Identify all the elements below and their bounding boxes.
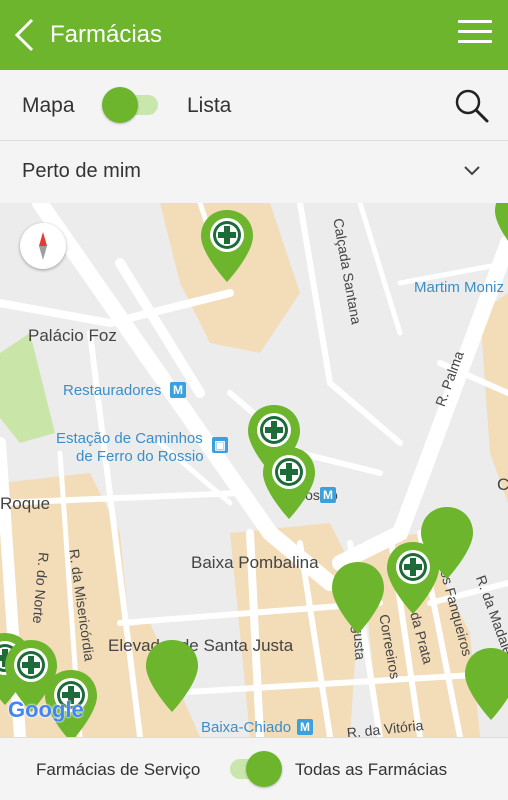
chevron-down-icon bbox=[464, 166, 480, 176]
pharmacy-pin[interactable] bbox=[260, 445, 318, 521]
service-pharmacies-toggle[interactable] bbox=[224, 749, 282, 789]
hamburger-menu-icon[interactable] bbox=[458, 20, 492, 48]
pharmacy-pin-plain[interactable] bbox=[418, 505, 476, 581]
train-icon: ▣ bbox=[212, 437, 228, 453]
chevron-left-icon[interactable] bbox=[12, 17, 36, 53]
app-header: Farmácias bbox=[0, 0, 508, 70]
compass-button[interactable] bbox=[20, 223, 66, 269]
metro-icon: M bbox=[170, 382, 186, 398]
service-filter-bar: Farmácias de Serviço Todas as Farmácias bbox=[0, 737, 508, 800]
map-label-restauradores: Restauradores bbox=[63, 382, 162, 399]
map-list-toggle[interactable] bbox=[100, 85, 158, 125]
view-mode-bar: Mapa Lista bbox=[0, 70, 508, 141]
map-label-roque: Roque bbox=[0, 494, 51, 513]
metro-icon: M bbox=[320, 487, 336, 503]
map-label-palacio-foz: Palácio Foz bbox=[28, 326, 117, 345]
compass-icon bbox=[39, 232, 47, 260]
map-label-martim-moniz: Martim Moniz bbox=[414, 279, 505, 296]
location-filter-value: Perto de mim bbox=[22, 160, 141, 182]
location-filter-dropdown[interactable]: Perto de mim bbox=[0, 141, 508, 203]
service-pharmacies-label[interactable]: Farmácias de Serviço bbox=[36, 738, 200, 800]
map-label-baixa-pombalina: Baixa Pombalina bbox=[191, 553, 319, 572]
map-label-edge-c: C bbox=[497, 475, 508, 494]
map-view[interactable]: Palácio Foz Restauradores M Estação de C… bbox=[0, 203, 508, 737]
list-mode-label[interactable]: Lista bbox=[187, 70, 231, 141]
metro-icon: M bbox=[297, 719, 313, 735]
google-attribution: Google bbox=[8, 697, 84, 722]
pharmacy-pin-plain[interactable] bbox=[143, 638, 201, 714]
pharmacy-pin-plain[interactable] bbox=[462, 646, 508, 722]
map-label-baixa-chiado: Baixa-Chiado bbox=[201, 719, 292, 736]
page-title: Farmácias bbox=[50, 21, 163, 48]
pharmacy-pin[interactable] bbox=[198, 208, 256, 284]
map-label-estacao-1: Estação de Caminhos bbox=[56, 430, 203, 447]
map-label-estacao-2: de Ferro do Rossio bbox=[76, 448, 204, 465]
all-pharmacies-label[interactable]: Todas as Farmácias bbox=[295, 738, 447, 800]
pharmacy-pin-plain[interactable] bbox=[329, 560, 387, 636]
pharmacy-pin-plain[interactable] bbox=[492, 203, 508, 259]
search-icon[interactable] bbox=[452, 86, 492, 126]
map-mode-label[interactable]: Mapa bbox=[22, 70, 75, 141]
